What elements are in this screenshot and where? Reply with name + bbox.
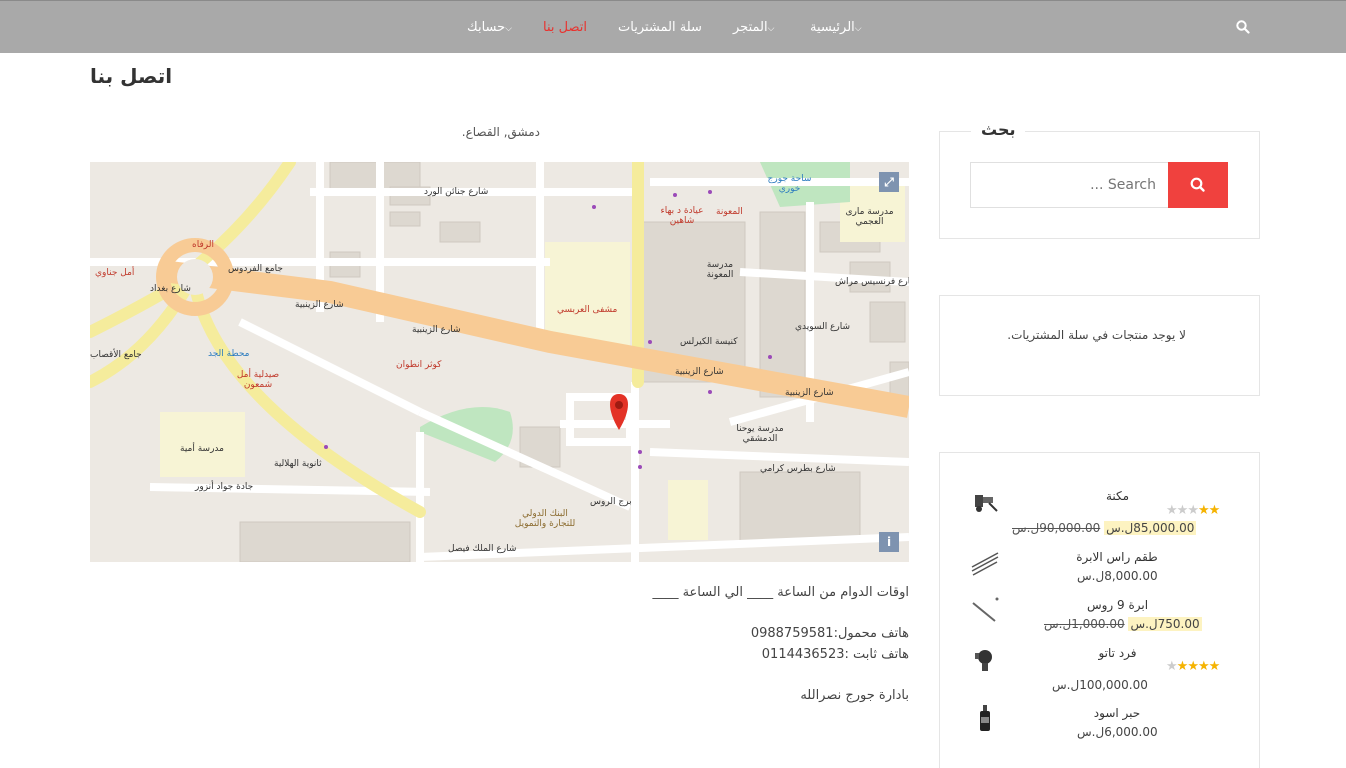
- map-label: المعونة: [716, 207, 743, 217]
- nav-item-account[interactable]: ⌵حسابك: [467, 20, 514, 35]
- star-filled-icon: ★: [1208, 503, 1221, 518]
- nav-item-shop[interactable]: ⌵المتجر: [733, 20, 776, 35]
- map-label: شارع الزينبية: [675, 367, 724, 377]
- star-filled-icon: ★: [1208, 659, 1221, 674]
- product-price: 8,000.00ل.س: [1077, 569, 1158, 583]
- star-rating: ★★★★★: [1166, 503, 1221, 518]
- map-label: أمل جناوي: [95, 268, 135, 278]
- map-label: شارع الملك فيصل: [448, 544, 517, 554]
- map-label: ساحة جورج خوري: [767, 174, 812, 194]
- search-submit-button[interactable]: [1168, 162, 1228, 208]
- map-label: شارع السويدي: [795, 322, 851, 332]
- tattoo-machine-icon[interactable]: [969, 487, 1001, 519]
- star-rating: ★★★★★: [1166, 659, 1221, 674]
- product-price: 750.00ل.س 1,000.00ل.س: [1044, 617, 1202, 631]
- nav-item-contact[interactable]: اتصل بنا: [543, 20, 587, 35]
- needle-tips-icon[interactable]: [969, 547, 1001, 579]
- map-label: محطة الجد: [208, 349, 250, 359]
- map-label: مدرسة أمية: [180, 444, 224, 454]
- search-icon: [1190, 177, 1205, 192]
- map-label: شارع بغداد: [150, 284, 191, 294]
- map-label: مشفى العربسي: [557, 305, 618, 315]
- nav-item-home[interactable]: ⌵الرئيسية: [810, 20, 864, 35]
- map-label: كنيسة الكيرلس: [680, 337, 738, 347]
- product-name[interactable]: فرد تاتو: [1095, 646, 1140, 660]
- tattoo-gun-icon[interactable]: [969, 643, 1001, 675]
- map-label: برج الروس: [590, 497, 632, 507]
- search-input[interactable]: [970, 162, 1169, 208]
- working-hours: اوقات الدوام من الساعة ____ الي الساعة _…: [652, 585, 909, 600]
- location-map[interactable]: شارع جنائن الورد المعونة عيادة د بهاء شا…: [90, 162, 909, 562]
- map-label: مدرسة يوحنا الدمشقي: [736, 424, 784, 444]
- map-label: كوثر انطوان: [396, 360, 442, 370]
- search-icon[interactable]: [1236, 20, 1250, 34]
- map-label: جامع الأقصاب: [90, 350, 142, 360]
- cart-empty-message: لا يوجد منتجات في سلة المشتريات.: [1007, 328, 1186, 342]
- star-filled-icon: ★: [1176, 659, 1189, 674]
- map-label: البنك الدولي للتجارة والتمويل: [514, 509, 576, 529]
- map-label: ثانوية الهلالية: [274, 459, 322, 469]
- product-name[interactable]: ابرة 9 روس: [1085, 598, 1150, 612]
- product-name[interactable]: حبر اسود: [1087, 706, 1147, 720]
- star-filled-icon: ★: [1197, 659, 1210, 674]
- product-name[interactable]: مكنة: [1095, 489, 1140, 503]
- star-empty-icon: ★: [1176, 503, 1189, 518]
- landline-phone: هاتف ثابت :0114436523: [761, 647, 909, 662]
- management-text: بادارة جورج نصرالله: [800, 688, 909, 703]
- map-label: صيدلية أمل شمعون: [236, 370, 280, 390]
- map-label: شارع الزينبية: [412, 325, 461, 335]
- cart-widget: [939, 295, 1260, 396]
- map-canvas[interactable]: [90, 162, 909, 562]
- map-label: شارع الزينبية: [295, 300, 344, 310]
- star-empty-icon: ★: [1187, 503, 1199, 518]
- map-label: شارع جنائن الورد: [424, 187, 489, 197]
- map-label: عيادة د بهاء شاهين: [660, 206, 704, 226]
- map-label: جامع الفردوس: [228, 264, 283, 274]
- product-price: 85,000.00ل.س 90,000.00ل.س: [1012, 521, 1197, 535]
- needle-icon[interactable]: [969, 595, 1001, 627]
- map-label: شارع الزينبية: [785, 388, 834, 398]
- address-text: دمشق, القصاع.: [461, 125, 540, 139]
- product-price: 6,000.00ل.س: [1077, 725, 1158, 739]
- map-label: شارع فرنسيس مراش: [835, 277, 909, 287]
- top-navigation-bar: ⌵الرئيسية ⌵المتجر سلة المشتريات اتصل بنا…: [0, 0, 1346, 53]
- map-label: جادة جواد أنزور: [195, 482, 254, 492]
- ink-bottle-icon[interactable]: [969, 703, 1001, 735]
- chevron-down-icon: ⌵: [854, 24, 862, 34]
- nav-item-cart[interactable]: سلة المشتريات: [618, 20, 702, 35]
- page-title: اتصل بنا: [90, 64, 173, 88]
- map-label: مدرسة المعونة: [706, 260, 734, 280]
- star-empty-icon: ★: [1166, 659, 1178, 674]
- star-filled-icon: ★: [1187, 659, 1199, 674]
- map-label: شارع بطرس كرامي: [760, 464, 836, 474]
- product-price: 100,000.00ل.س: [1052, 678, 1148, 692]
- map-info-button[interactable]: i: [879, 532, 899, 552]
- map-label: مدرسة مارى العجمي: [845, 207, 894, 227]
- chevron-down-icon: ⌵: [505, 24, 512, 34]
- star-empty-icon: ★: [1166, 503, 1178, 518]
- chevron-down-icon: ⌵: [767, 24, 775, 34]
- fullscreen-icon[interactable]: ⤢: [879, 172, 899, 192]
- map-label: الرفاه: [192, 240, 214, 250]
- mobile-phone: هاتف محمول:0988759581: [750, 626, 909, 641]
- star-filled-icon: ★: [1197, 503, 1210, 518]
- search-widget-title: بحث: [971, 120, 1026, 139]
- product-name[interactable]: طقم راس الابرة: [1072, 550, 1162, 564]
